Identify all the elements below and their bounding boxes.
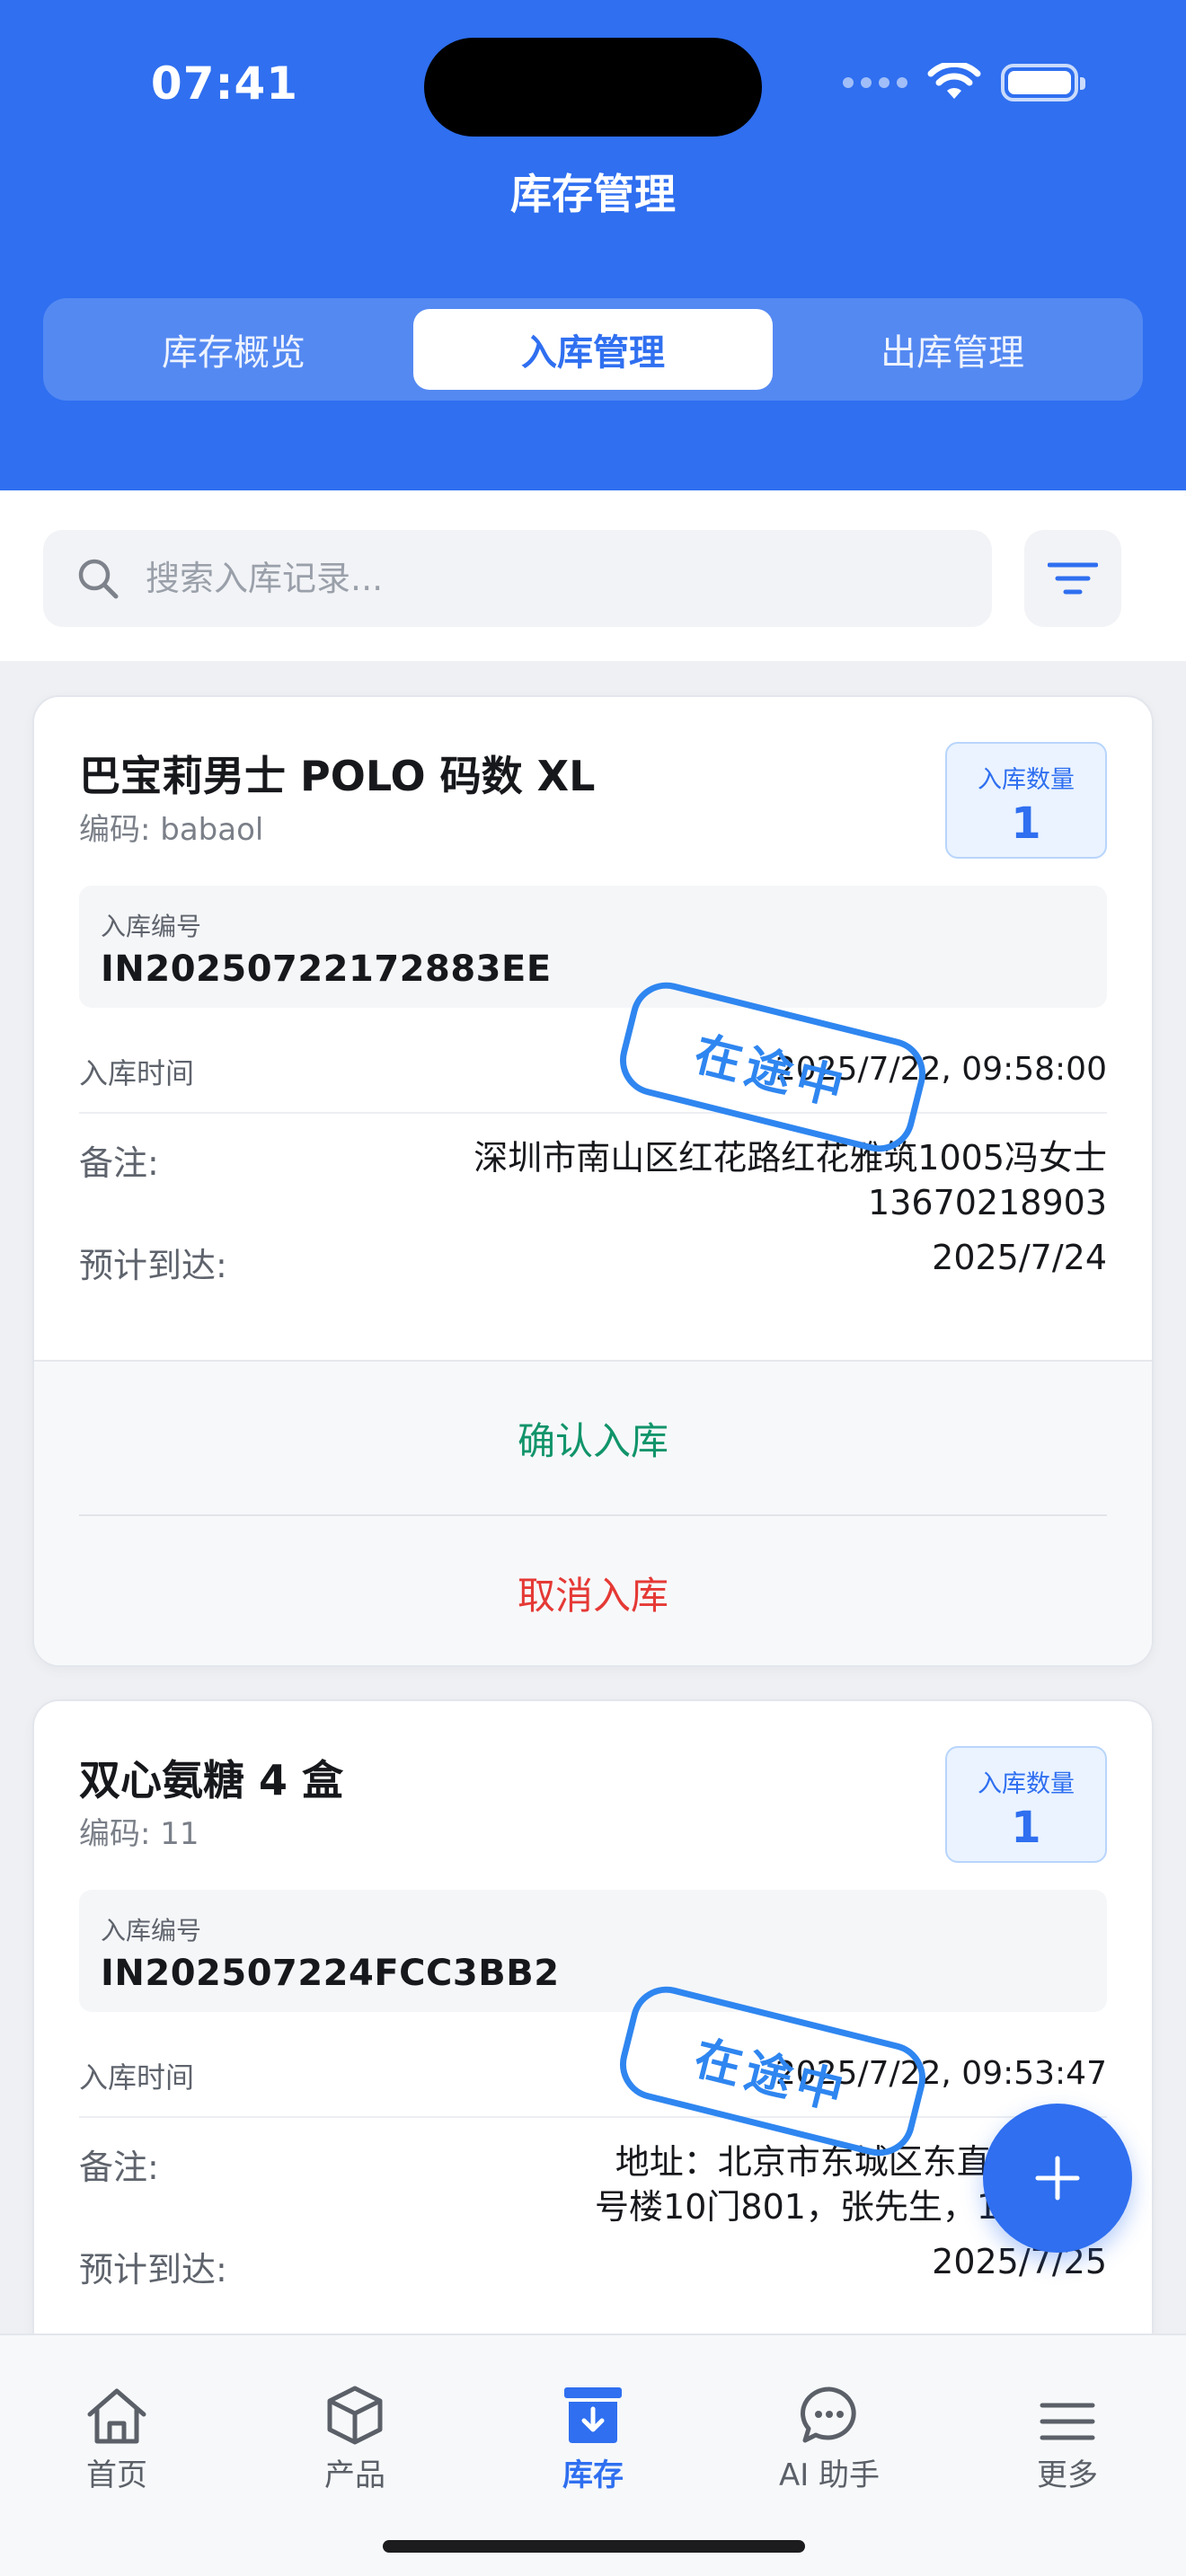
battery-icon xyxy=(1001,64,1085,101)
tab-label: 产品 xyxy=(324,2457,385,2493)
quantity-label: 入库数量 xyxy=(978,1770,1075,1798)
filter-icon xyxy=(1048,562,1098,595)
tab-products[interactable]: 产品 xyxy=(265,2378,445,2494)
tab-label: 更多 xyxy=(1037,2457,1098,2493)
box-icon xyxy=(327,2386,383,2445)
segmented-tabs: 库存概览 入库管理 出库管理 xyxy=(43,298,1143,401)
divider xyxy=(79,1112,1107,1114)
card-actions: 确认入库 取消入库 xyxy=(34,1360,1152,1665)
chat-icon xyxy=(801,2386,856,2443)
page-title: 库存管理 xyxy=(510,170,676,218)
add-inbound-button[interactable] xyxy=(983,2104,1132,2253)
eta-date: 2025/7/24 xyxy=(932,1238,1107,1277)
home-icon xyxy=(87,2388,146,2444)
inbound-number-box: 入库编号 IN20250722172883EE xyxy=(79,886,1107,1008)
inbound-time-label: 入库时间 xyxy=(79,2060,195,2095)
quantity-value: 1 xyxy=(1011,798,1041,849)
inbound-number: IN202507224FCC3BB2 xyxy=(101,1953,560,1994)
product-name: 巴宝莉男士 POLO 码数 XL xyxy=(79,752,596,800)
product-code: 编码: 11 xyxy=(79,1816,199,1852)
quantity-value: 1 xyxy=(1011,1803,1041,1853)
confirm-inbound-button[interactable]: 确认入库 xyxy=(79,1362,1107,1514)
note-label: 备注: xyxy=(79,1143,159,1183)
tab-outbound-management[interactable]: 出库管理 xyxy=(773,309,1132,390)
tab-label: AI 助手 xyxy=(778,2457,881,2493)
inbound-time-row: 入库时间 2025/7/22, 09:53:47 xyxy=(79,2055,1107,2096)
filter-button[interactable] xyxy=(1024,530,1121,627)
inbound-record-card: 巴宝莉男士 POLO 码数 XL 编码: babaol 入库数量 1 入库编号 … xyxy=(32,695,1154,1667)
cellular-signal-icon xyxy=(843,77,907,88)
tab-label: 首页 xyxy=(86,2457,147,2493)
eta-label: 预计到达: xyxy=(79,1246,227,1285)
inbound-number-box: 入库编号 IN202507224FCC3BB2 xyxy=(79,1890,1107,2012)
inbound-time-row: 入库时间 2025/7/22, 09:58:00 xyxy=(79,1051,1107,1092)
inbound-number: IN20250722172883EE xyxy=(101,948,552,990)
tab-label: 库存 xyxy=(562,2457,624,2493)
eta-label: 预计到达: xyxy=(79,2250,227,2289)
tab-inventory-overview[interactable]: 库存概览 xyxy=(54,309,413,390)
note-label: 备注: xyxy=(79,2148,159,2187)
dynamic-island xyxy=(424,38,762,137)
divider xyxy=(79,2116,1107,2118)
inventory-icon xyxy=(564,2387,622,2443)
status-time: 07:41 xyxy=(150,57,299,110)
product-code: 编码: babaol xyxy=(79,812,264,848)
product-name: 双心氨糖 4 盒 xyxy=(79,1756,344,1804)
inbound-record-card: 双心氨糖 4 盒 编码: 11 入库数量 1 入库编号 IN202507224F… xyxy=(32,1699,1154,2382)
eta-row: 预计到达: 2025/7/25 xyxy=(79,2242,1107,2291)
app-header: 07:41 库存管理 库存概览 入库管理 出库管理 xyxy=(0,0,1186,490)
search-box[interactable] xyxy=(43,530,992,627)
quantity-label: 入库数量 xyxy=(978,766,1075,794)
note-text: 深圳市南山区红花路红花雅筑1005冯女士13670218903 xyxy=(474,1138,1107,1222)
quantity-badge: 入库数量 1 xyxy=(945,742,1107,859)
tab-inbound-management[interactable]: 入库管理 xyxy=(413,309,773,390)
tab-more[interactable]: 更多 xyxy=(978,2378,1157,2494)
quantity-badge: 入库数量 1 xyxy=(945,1746,1107,1863)
tab-home[interactable]: 首页 xyxy=(27,2378,207,2494)
inbound-number-label: 入库编号 xyxy=(101,912,202,941)
inbound-number-label: 入库编号 xyxy=(101,1916,202,1945)
tab-inventory[interactable]: 库存 xyxy=(503,2378,683,2494)
eta-row: 预计到达: 2025/7/24 xyxy=(79,1238,1107,1287)
inbound-time-label: 入库时间 xyxy=(79,1056,195,1090)
search-area xyxy=(0,490,1186,661)
menu-icon xyxy=(1040,2403,1095,2440)
home-indicator xyxy=(383,2540,805,2553)
cancel-inbound-button[interactable]: 取消入库 xyxy=(79,1516,1107,1665)
note-row: 备注: 深圳市南山区红花路红花雅筑1005冯女士13670218903 xyxy=(79,1135,1107,1225)
search-icon xyxy=(78,559,119,599)
plus-icon xyxy=(1035,2156,1080,2201)
note-row: 备注: 地址：北京市东城区东直门内北! 号楼10门801，张先生，139101 xyxy=(79,2139,1107,2229)
tab-ai-assistant[interactable]: AI 助手 xyxy=(739,2378,919,2494)
search-input[interactable] xyxy=(146,559,954,598)
wifi-icon xyxy=(927,63,981,99)
status-icons xyxy=(843,63,1085,102)
